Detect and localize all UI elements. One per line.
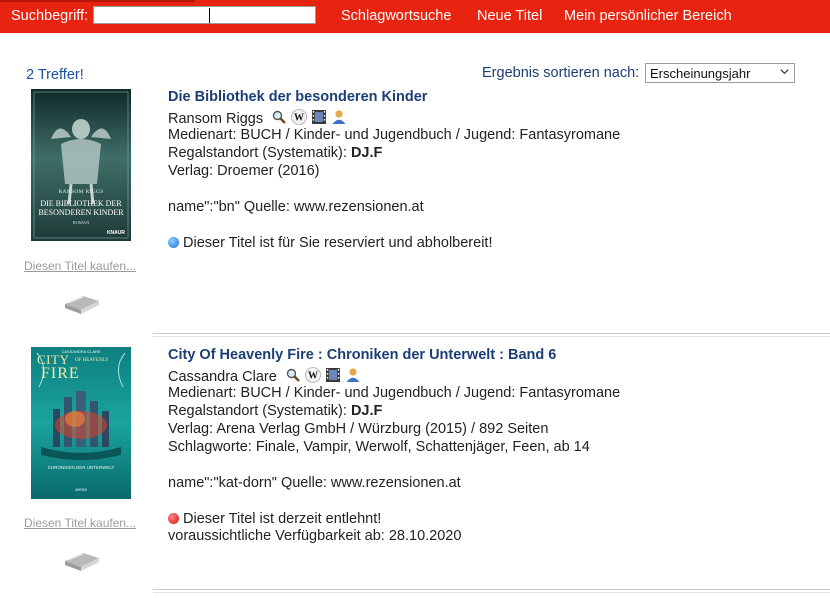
cover-publisher-logo: KNAUR [106, 230, 125, 236]
search-label: Suchbegriff: [11, 8, 89, 24]
cover-tag: ROMAN [72, 220, 90, 225]
search-icon[interactable] [285, 367, 301, 383]
chevron-down-icon [780, 69, 789, 75]
author-name[interactable]: Cassandra Clare [168, 369, 277, 385]
book-icon[interactable] [62, 286, 102, 316]
film-icon[interactable] [325, 367, 341, 383]
shelf-value: DJ.F [350, 145, 383, 161]
result-divider-shadow [153, 336, 830, 337]
result-author-row-2: Cassandra Clare W [168, 367, 361, 385]
cover-author: RANSOM RIGGS [58, 189, 104, 195]
cover-title: DIE BIBLIOTHEK DER BESONDEREN KINDER [38, 199, 124, 217]
nav-schlagwortsuche[interactable]: Schlagwortsuche [341, 8, 451, 24]
search-icon[interactable] [271, 109, 287, 125]
result-publisher-1: Verlag: Droemer (2016) [168, 163, 320, 179]
tab-indicator [0, 0, 195, 2]
result-medium-2: Medienart: BUCH / Kinder- und Jugendbuch… [168, 385, 621, 401]
status-text: Dieser Titel ist derzeit entlehnt! [183, 511, 382, 527]
text-cursor [209, 8, 210, 23]
cover-title-of-heavenly: OF HEAVENLY [75, 358, 109, 363]
result-availability-2: voraussichtliche Verfügbarkeit ab: 28.10… [168, 528, 462, 544]
result-status-1: Dieser Titel ist für Sie reserviert und … [168, 235, 492, 251]
top-navigation-bar: Suchbegriff: Schlagwortsuche Neue Titel … [0, 0, 830, 33]
wikipedia-icon[interactable]: W [304, 367, 321, 383]
shelf-value: DJ.F [350, 403, 383, 419]
nav-persoenlicher-bereich[interactable]: Mein persönlicher Bereich [564, 8, 732, 24]
result-source-1: name":"bn" Quelle: www.rezensionen.at [168, 199, 424, 215]
book-cover-1[interactable]: RANSOM RIGGS DIE BIBLIOTHEK DER BESONDER… [31, 89, 131, 241]
result-author-row-1: Ransom Riggs W [168, 109, 347, 127]
result-title-2[interactable]: City Of Heavenly Fire : Chroniken der Un… [168, 347, 556, 363]
cover-image [31, 89, 131, 241]
result-keywords-2: Schlagworte: Finale, Vampir, Werwolf, Sc… [168, 439, 590, 455]
result-publisher-2: Verlag: Arena Verlag GmbH / Würzburg (20… [168, 421, 549, 437]
nav-neue-titel[interactable]: Neue Titel [477, 8, 542, 24]
sort-label: Ergebnis sortieren nach: [482, 65, 640, 81]
status-dot-icon [168, 513, 179, 524]
film-icon[interactable] [311, 109, 327, 125]
status-text: Dieser Titel ist für Sie reserviert und … [183, 235, 493, 251]
result-status-2: Dieser Titel ist derzeit entlehnt! [168, 511, 381, 527]
svg-text:W: W [308, 371, 318, 382]
book-cover-2[interactable]: CASSANDRA CLARE CITY OF HEAVENLY FIRE CH… [31, 347, 131, 499]
result-shelf-2: Regalstandort (Systematik): DJ.F [168, 403, 382, 419]
sort-selected-value: Erscheinungsjahr [650, 66, 751, 81]
shelf-label: Regalstandort (Systematik): [168, 403, 351, 419]
search-input[interactable] [93, 6, 316, 24]
result-medium-1: Medienart: BUCH / Kinder- und Jugendbuch… [168, 127, 621, 143]
result-divider-shadow [153, 592, 830, 593]
sort-select[interactable]: Erscheinungsjahr [645, 63, 795, 83]
buy-title-link-2[interactable]: Diesen Titel kaufen... [24, 516, 136, 530]
wikipedia-icon[interactable]: W [291, 109, 308, 125]
result-divider [153, 589, 830, 590]
status-dot-icon [168, 237, 179, 248]
cover-publisher-logo: arena [75, 487, 87, 492]
book-icon[interactable] [62, 543, 102, 573]
svg-text:W: W [294, 113, 304, 124]
shelf-label: Regalstandort (Systematik): [168, 145, 351, 161]
author-name[interactable]: Ransom Riggs [168, 111, 263, 127]
cover-title-fire: FIRE [41, 365, 80, 382]
cover-series: CHRONIKEN DER UNTERWELT [47, 465, 115, 470]
result-source-2: name":"kat-dorn" Quelle: www.rezensionen… [168, 475, 461, 491]
result-divider [153, 333, 830, 334]
user-icon[interactable] [345, 367, 361, 383]
result-shelf-1: Regalstandort (Systematik): DJ.F [168, 145, 382, 161]
hits-count: 2 Treffer! [26, 67, 84, 83]
result-title-1[interactable]: Die Bibliothek der besonderen Kinder [168, 89, 427, 105]
buy-title-link-1[interactable]: Diesen Titel kaufen... [24, 259, 136, 273]
user-icon[interactable] [331, 109, 347, 125]
